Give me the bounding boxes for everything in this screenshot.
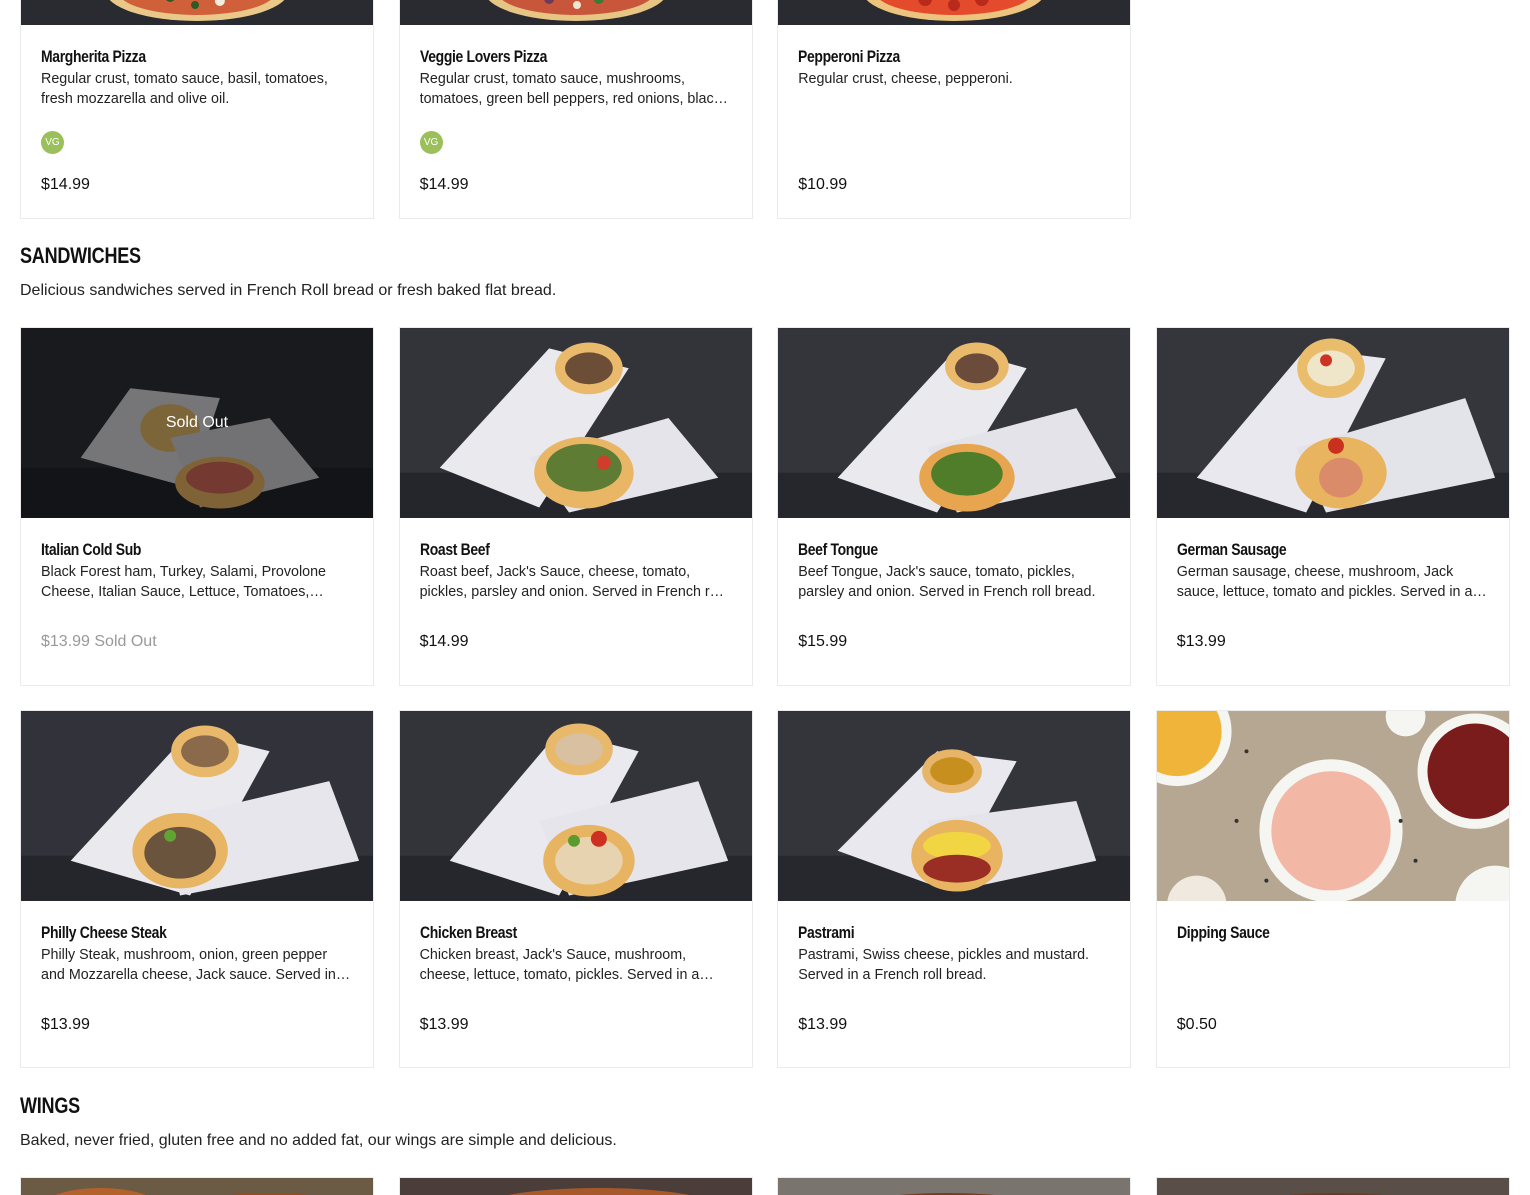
menu-item-card[interactable]: Roast Beef Roast beef, Jack's Sauce, che… xyxy=(398,327,753,686)
item-description: Philly Steak, mushroom, onion, green pep… xyxy=(41,947,336,983)
vegetarian-badge-icon: VG xyxy=(419,131,443,154)
menu-item-card[interactable]: Beef Tongue Beef Tongue, Jack's sauce, t… xyxy=(777,327,1132,686)
item-description: Pastrami, Swiss cheese, pickles and must… xyxy=(798,947,1090,983)
sauce-photo xyxy=(1156,711,1509,901)
pizza-photo xyxy=(21,0,373,25)
item-price: $14.99 xyxy=(41,176,90,193)
item-description: Regular crust, tomato sauce, mushrooms, … xyxy=(419,71,721,107)
item-description: Chicken breast, Jack's Sauce, mushroom, … xyxy=(419,947,700,983)
item-name: Veggie Lovers Pizza xyxy=(419,47,547,66)
menu-item-card[interactable] xyxy=(398,1177,753,1195)
item-description: Roast beef, Jack's Sauce, cheese, tomato… xyxy=(419,564,724,600)
item-name: Pastrami xyxy=(798,923,855,942)
item-price: $13.99 xyxy=(419,1016,469,1033)
sandwich-photo: Sold Out xyxy=(21,328,373,518)
item-description: Regular crust, cheese, pepperoni. xyxy=(798,71,1013,87)
sandwich-photo xyxy=(21,711,373,901)
item-description: Regular crust, tomato sauce, basil, toma… xyxy=(41,71,328,107)
wings-photo xyxy=(1156,1178,1509,1195)
vegetarian-badge-icon: VG xyxy=(41,131,64,154)
wings-photo xyxy=(21,1178,373,1195)
item-price: $10.99 xyxy=(798,176,848,193)
item-name: Chicken Breast xyxy=(419,923,517,942)
sandwich-photo xyxy=(399,328,752,518)
wings-grid xyxy=(20,1177,1510,1195)
wings-photo xyxy=(778,1178,1131,1195)
sold-out-overlay: Sold Out xyxy=(21,328,373,518)
section-title-sandwiches: SANDWICHES xyxy=(20,243,141,268)
sandwich-photo xyxy=(1156,328,1509,518)
menu-item-card[interactable]: Pepperoni Pizza Regular crust, cheese, p… xyxy=(777,0,1132,219)
menu-item-card[interactable]: Dipping Sauce $0.50 xyxy=(1155,710,1510,1068)
item-name: Dipping Sauce xyxy=(1176,923,1270,942)
item-name: German Sausage xyxy=(1176,540,1287,559)
item-name: Pepperoni Pizza xyxy=(798,47,901,66)
menu-item-card[interactable]: Pastrami Pastrami, Swiss cheese, pickles… xyxy=(777,710,1132,1068)
item-price: $13.99 xyxy=(41,1016,90,1033)
menu-item-card[interactable] xyxy=(777,1177,1132,1195)
section-title-wings: WINGS xyxy=(20,1093,80,1118)
item-price: $15.99 xyxy=(798,633,848,650)
sandwich-photo xyxy=(399,711,752,901)
item-name: Philly Cheese Steak xyxy=(41,923,167,942)
wings-photo xyxy=(399,1178,752,1195)
item-description: Black Forest ham, Turkey, Salami, Provol… xyxy=(41,564,326,600)
item-price: $0.50 xyxy=(1176,1016,1217,1033)
item-price: $13.99 xyxy=(1176,633,1226,650)
item-description xyxy=(1177,946,1489,985)
item-name: Margherita Pizza xyxy=(41,47,146,66)
item-name: Beef Tongue xyxy=(798,540,878,559)
item-description: Beef Tongue, Jack's sauce, tomato, pickl… xyxy=(798,564,1096,600)
pizza-photo xyxy=(399,0,752,25)
item-price: $14.99 xyxy=(419,633,469,650)
item-price: $14.99 xyxy=(419,176,469,193)
section-description-sandwiches: Delicious sandwiches served in French Ro… xyxy=(20,282,557,299)
item-price: $13.99 xyxy=(798,1016,848,1033)
menu-item-card[interactable]: Margherita Pizza Regular crust, tomato s… xyxy=(20,0,374,219)
menu-item-card[interactable] xyxy=(20,1177,374,1195)
item-description: German sausage, cheese, mushroom, Jack s… xyxy=(1176,564,1473,600)
section-description-wings: Baked, never fried, gluten free and no a… xyxy=(20,1132,617,1149)
item-name: Italian Cold Sub xyxy=(41,540,142,559)
menu-item-card[interactable]: Sold Out Italian Cold Sub Black Forest h… xyxy=(20,327,374,686)
item-price: $13.99 Sold Out xyxy=(41,633,157,650)
sandwich-photo xyxy=(778,711,1131,901)
menu-item-card[interactable]: Philly Cheese Steak Philly Steak, mushro… xyxy=(20,710,374,1068)
menu-item-card[interactable]: German Sausage German sausage, cheese, m… xyxy=(1155,327,1510,686)
sandwich-grid: Sold Out Italian Cold Sub Black Forest h… xyxy=(20,327,1510,1068)
pizza-grid: Margherita Pizza Regular crust, tomato s… xyxy=(20,0,1510,219)
sandwich-photo xyxy=(778,328,1131,518)
item-name: Roast Beef xyxy=(419,540,490,559)
pizza-photo xyxy=(778,0,1131,25)
menu-item-card[interactable]: Veggie Lovers Pizza Regular crust, tomat… xyxy=(398,0,753,219)
menu-item-card[interactable]: Chicken Breast Chicken breast, Jack's Sa… xyxy=(398,710,753,1068)
menu-item-card[interactable] xyxy=(1155,1177,1510,1195)
